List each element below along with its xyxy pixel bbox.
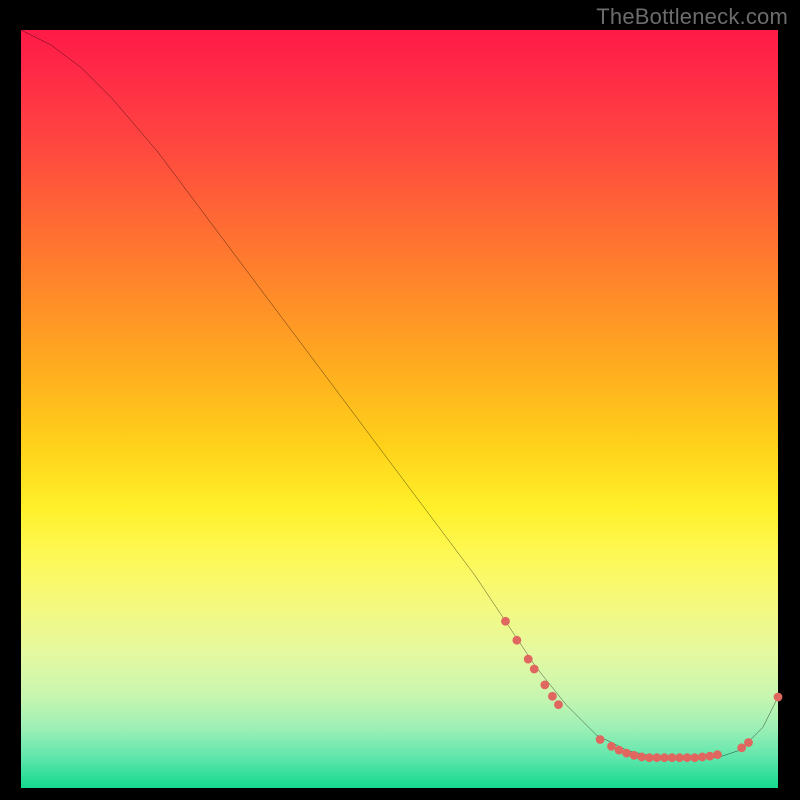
attribution-label: TheBottleneck.com (596, 4, 788, 30)
curve-marker (548, 692, 557, 701)
curve-marker (596, 735, 605, 744)
curve-marker (668, 753, 677, 762)
curve-marker (744, 738, 753, 747)
curve-marker (660, 753, 669, 762)
curve-marker (554, 700, 563, 709)
curve-marker (690, 753, 699, 762)
curve-marker (675, 753, 684, 762)
bottleneck-curve (21, 30, 778, 758)
curve-marker (683, 753, 692, 762)
curve-marker (645, 753, 654, 762)
curve-marker (540, 681, 549, 690)
curve-marker (698, 753, 707, 762)
curve-markers (501, 617, 782, 762)
curve-marker (615, 746, 624, 755)
curve-marker (530, 665, 539, 674)
curve-marker (622, 749, 631, 758)
curve-marker (501, 617, 510, 626)
curve-marker (774, 693, 783, 702)
curve-marker (512, 636, 521, 645)
curve-marker (607, 742, 616, 751)
curve-marker (713, 750, 722, 759)
plot-area (21, 30, 778, 788)
curve-marker (705, 752, 714, 761)
chart-frame: TheBottleneck.com (0, 0, 800, 800)
curve-marker (524, 655, 533, 664)
curve-marker (637, 753, 646, 762)
curve-marker (652, 753, 661, 762)
curve-layer (21, 30, 778, 788)
curve-marker (630, 751, 639, 760)
